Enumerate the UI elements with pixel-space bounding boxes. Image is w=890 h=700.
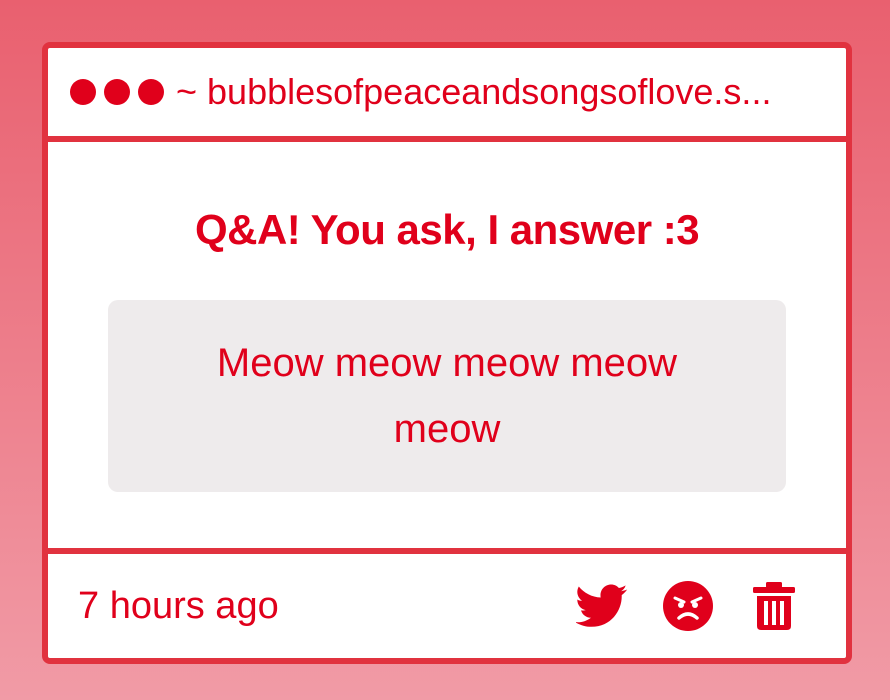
answer-text: Meow meow meow meow meow [216, 341, 678, 451]
window-dot-3 [138, 79, 164, 105]
twitter-share-button[interactable] [576, 580, 628, 632]
angry-react-button[interactable] [662, 580, 714, 632]
delete-button[interactable] [748, 580, 800, 632]
card-footer: 7 hours ago [48, 548, 846, 658]
timestamp: 7 hours ago [78, 584, 279, 627]
window-dots [70, 79, 164, 105]
action-bar [576, 580, 800, 632]
window-dot-1 [70, 79, 96, 105]
page-url: ~ bubblesofpeaceandsongsoflove.s... [176, 71, 772, 112]
window-titlebar: ~ bubblesofpeaceandsongsoflove.s... [48, 48, 846, 142]
question-card: ~ bubblesofpeaceandsongsoflove.s... Q&A!… [42, 42, 852, 664]
answer-box: Meow meow meow meow meow [108, 300, 786, 492]
twitter-bird-icon [576, 584, 628, 627]
trash-icon [753, 582, 795, 630]
angry-face-icon [663, 581, 713, 631]
window-dot-2 [104, 79, 130, 105]
post-content: Q&A! You ask, I answer :3 Meow meow meow… [48, 142, 846, 554]
question-title: Q&A! You ask, I answer :3 [194, 206, 700, 253]
